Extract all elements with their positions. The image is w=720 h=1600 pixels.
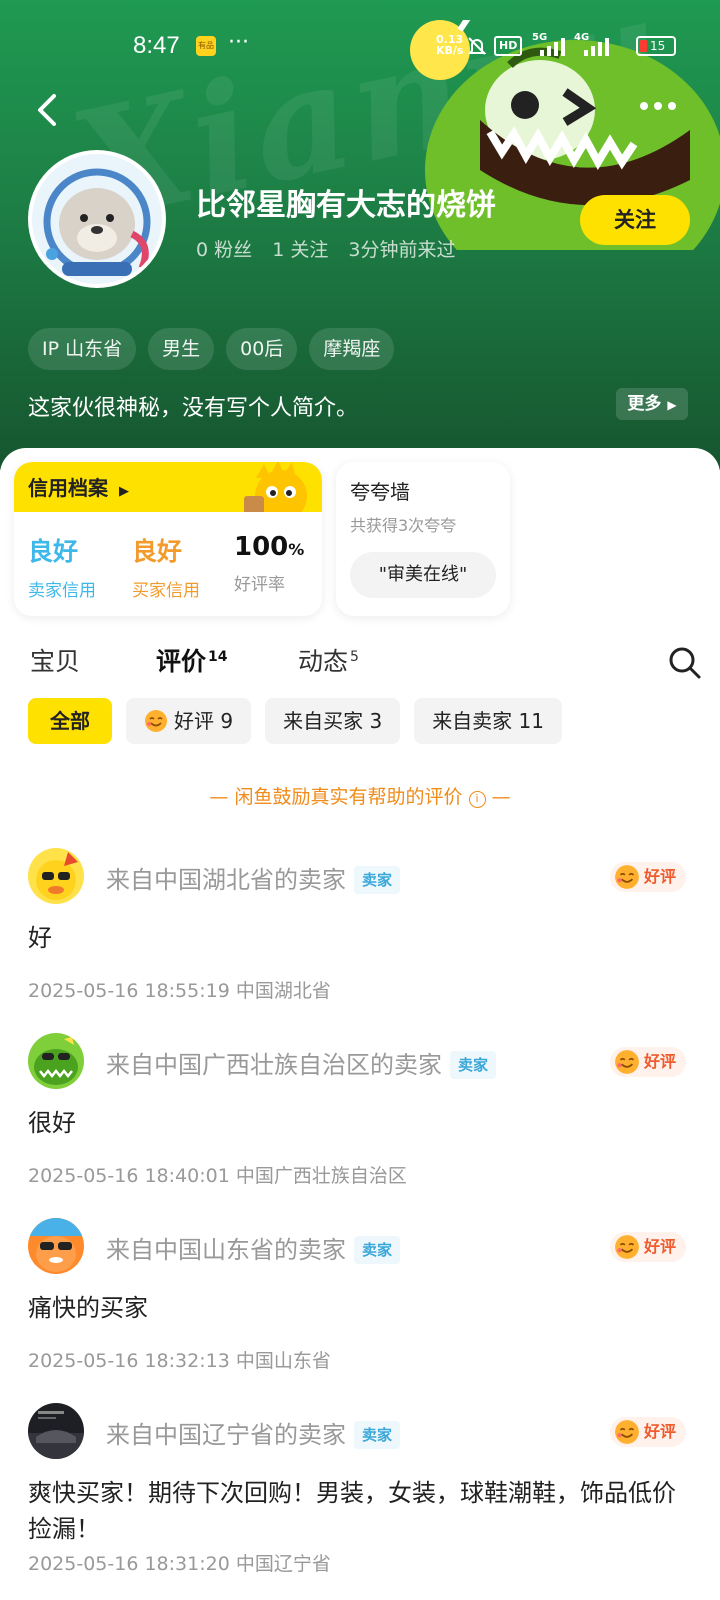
filter-from-buyer[interactable]: 来自买家 3 — [265, 698, 401, 744]
green-monster-avatar-icon — [28, 1033, 84, 1089]
tag-ip-location: IP 山东省 — [28, 328, 137, 370]
praise-title: 夸夸墙 — [350, 480, 410, 504]
status-icons: 0.13 KB/s HD 5G 4G 15 — [436, 32, 696, 62]
notification-app-icon: 有品 — [196, 36, 216, 56]
bio-more-button[interactable]: 更多 ▶ — [616, 388, 688, 420]
car-photo-avatar-icon — [28, 1403, 84, 1459]
reviewer-name: 来自中国山东省的卖家 卖家 — [106, 1230, 401, 1265]
credit-profile-card[interactable]: 信用档案 ▶ 良好 卖家信用 良好 买家信用 100% 好评率 — [14, 462, 322, 616]
review-text: 爽快买家！期待下次回购！男装，女装，球鞋潮鞋，饰品低价捡漏！ — [28, 1479, 676, 1543]
hd-icon: HD — [494, 36, 523, 56]
reviewer-name: 来自中国辽宁省的卖家 卖家 — [106, 1415, 401, 1450]
praise-subtitle: 共获得3次夸夸 — [350, 516, 457, 535]
review-text: 痛快的买家 — [28, 1294, 148, 1322]
tab-feed[interactable]: 动态 5 — [298, 642, 359, 678]
user-avatar[interactable] — [28, 150, 166, 288]
caret-right-icon: ▶ — [118, 484, 129, 499]
review-filters: 全部 好评 9 来自买家 3 来自卖家 11 — [28, 698, 562, 744]
tag-gender: 男生 — [148, 328, 215, 370]
signal-icon — [540, 38, 565, 56]
mute-icon — [467, 37, 487, 55]
tag-age-group: 00后 — [226, 328, 298, 370]
seller-credit: 良好 卖家信用 — [28, 537, 96, 601]
praise-wall-card[interactable]: 夸夸墙 共获得3次夸夸 "审美在线" — [336, 462, 510, 616]
good-review-badge: 好评 — [610, 1047, 687, 1077]
signal-icon-2 — [584, 38, 609, 56]
review-meta: 2025-05-16 18:40:01 中国广西壮族自治区 — [28, 1165, 407, 1187]
credit-title[interactable]: 信用档案 ▶ — [28, 472, 129, 501]
profile-header: Xianyu 8:47 有品 ··· 0.13 KB/s HD 5G 4G 15… — [0, 0, 720, 470]
review-meta: 2025-05-16 18:31:20 中国辽宁省 — [28, 1553, 331, 1575]
reviewer-avatar[interactable] — [28, 1218, 84, 1274]
user-stats: 0 粉丝 1 关注 3分钟前来过 — [196, 235, 469, 262]
review-list: 来自中国湖北省的卖家 卖家 好评 好 2025-05-16 18:55:19 中国… — [0, 848, 720, 1600]
reviewer-name: 来自中国广西壮族自治区的卖家 卖家 — [106, 1045, 497, 1080]
role-badge: 卖家 — [354, 1421, 401, 1449]
review-item[interactable]: 来自中国辽宁省的卖家 卖家 好评 爽快买家！期待下次回购！男装，女装，球鞋潮鞋，饰… — [0, 1403, 720, 1600]
follow-button[interactable]: 关注 — [580, 195, 690, 245]
smile-face-icon — [615, 1420, 639, 1444]
review-item[interactable]: 来自中国湖北省的卖家 卖家 好评 好 2025-05-16 18:55:19 中国… — [0, 848, 720, 1033]
role-badge: 卖家 — [354, 866, 401, 894]
more-notifications-icon: ··· — [228, 30, 249, 55]
info-icon: i — [468, 791, 486, 808]
profile-tabs: 宝贝 评价 14 动态 5 — [0, 636, 720, 692]
fans-count[interactable]: 0 粉丝 — [196, 239, 252, 261]
more-options-icon[interactable] — [638, 94, 678, 118]
review-text: 好 — [28, 924, 52, 952]
credit-mascot-icon — [244, 462, 307, 518]
profile-tags: IP 山东省 男生 00后 摩羯座 — [28, 328, 395, 370]
network-speed: 0.13 KB/s — [436, 33, 464, 57]
good-review-badge: 好评 — [610, 1232, 687, 1262]
tab-items[interactable]: 宝贝 — [30, 642, 80, 678]
reviewer-avatar[interactable] — [28, 1033, 84, 1089]
filter-good[interactable]: 好评 9 — [126, 698, 252, 744]
positive-rate: 100% 好评率 — [234, 532, 305, 595]
review-meta: 2025-05-16 18:55:19 中国湖北省 — [28, 980, 331, 1002]
following-count[interactable]: 1 关注 — [272, 239, 328, 261]
good-review-badge: 好评 — [610, 1417, 687, 1447]
battery-icon: 15 — [636, 36, 676, 56]
back-arrow-icon[interactable] — [30, 90, 70, 130]
content-sheet: 信用档案 ▶ 良好 卖家信用 良好 买家信用 100% 好评率 夸夸墙 共获得3… — [0, 448, 720, 1600]
orange-character-avatar-icon — [28, 1218, 84, 1274]
buyer-credit: 良好 买家信用 — [132, 537, 200, 601]
review-notice[interactable]: — 闲鱼鼓励真实有帮助的评价 i — — [0, 782, 720, 809]
duck-sunglasses-avatar-icon — [28, 848, 84, 904]
reviewer-name: 来自中国湖北省的卖家 卖家 — [106, 860, 401, 895]
tab-reviews[interactable]: 评价 14 — [156, 642, 228, 678]
review-text: 很好 — [28, 1109, 76, 1137]
role-badge: 卖家 — [354, 1236, 401, 1264]
reviewer-avatar[interactable] — [28, 1403, 84, 1459]
good-review-badge: 好评 — [610, 862, 687, 892]
reviewer-avatar[interactable] — [28, 848, 84, 904]
tag-zodiac: 摩羯座 — [309, 328, 395, 370]
role-badge: 卖家 — [450, 1051, 497, 1079]
praise-chip[interactable]: "审美在线" — [350, 552, 496, 598]
credit-header: 信用档案 ▶ — [14, 462, 322, 518]
last-seen: 3分钟前来过 — [348, 239, 456, 261]
review-meta: 2025-05-16 18:32:13 中国山东省 — [28, 1350, 331, 1372]
status-bar: 8:47 有品 ··· 0.13 KB/s HD 5G 4G 15 — [0, 30, 720, 62]
filter-all[interactable]: 全部 — [28, 698, 112, 744]
smile-face-icon — [615, 1235, 639, 1259]
username: 比邻星胸有大志的烧饼 — [196, 188, 496, 223]
search-icon[interactable] — [668, 646, 702, 680]
status-time: 8:47 — [133, 32, 180, 59]
smile-face-icon — [145, 710, 167, 732]
review-item[interactable]: 来自中国山东省的卖家 卖家 好评 痛快的买家 2025-05-16 18:32:1… — [0, 1218, 720, 1403]
bio-text: 这家伙很神秘，没有写个人简介。 — [28, 396, 359, 421]
credit-body: 良好 卖家信用 良好 买家信用 100% 好评率 — [14, 512, 322, 616]
filter-from-seller[interactable]: 来自卖家 11 — [414, 698, 562, 744]
smile-face-icon — [615, 1050, 639, 1074]
review-item[interactable]: 来自中国广西壮族自治区的卖家 卖家 好评 很好 2025-05-16 18:40:… — [0, 1033, 720, 1218]
seal-astronaut-avatar-icon — [32, 154, 162, 284]
smile-face-icon — [615, 865, 639, 889]
caret-right-icon: ▶ — [667, 398, 677, 412]
